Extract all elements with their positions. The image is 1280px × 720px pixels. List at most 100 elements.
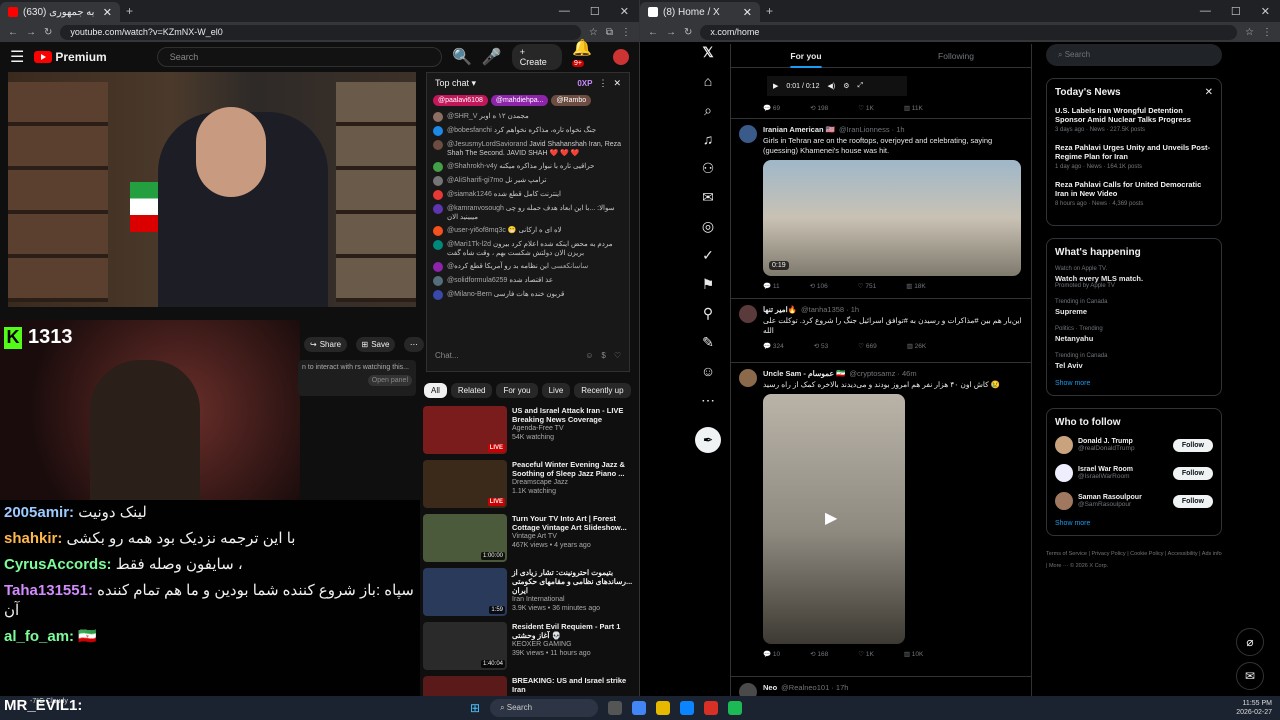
tab-youtube[interactable]: (630) حمله اسرائیل به جمهوری... ✕ [0, 2, 120, 22]
hamburger-menu-icon[interactable]: ☰ [10, 47, 24, 67]
premium-icon[interactable]: ✎ [702, 334, 714, 350]
close-window-icon[interactable]: ✕ [620, 5, 629, 18]
avatar[interactable] [1055, 464, 1073, 482]
minimize-icon[interactable]: — [1200, 5, 1211, 18]
tab-x[interactable]: (8) Home / X ✕ [640, 2, 760, 22]
trend-item[interactable]: Watch on Apple TV. Watch every MLS match.… [1055, 266, 1213, 289]
filter-chip[interactable]: Recently up [574, 383, 631, 398]
filter-chip[interactable]: All [424, 383, 447, 398]
tweet-handle[interactable]: @IranLionness · 1h [839, 125, 905, 134]
recommendation-item[interactable]: BREAKING: US and Israel strike Iran [423, 676, 633, 696]
follow-button[interactable]: Follow [1172, 466, 1213, 480]
trend-item[interactable]: Politics · Trending Netanyahu [1055, 326, 1213, 343]
post-button[interactable]: ✒ [695, 427, 721, 453]
follow-icon[interactable]: ⚇ [702, 160, 715, 176]
filter-chip[interactable]: Related [450, 383, 493, 398]
tweet-action[interactable]: ▥ 10K [904, 650, 924, 658]
close-tab-icon[interactable]: ✕ [743, 6, 752, 19]
tweet-media[interactable]: ▶ [763, 394, 905, 644]
video-title[interactable]: Resident Evil Requiem - Part 1 آغاز وحشت… [512, 622, 633, 640]
chat-username[interactable]: @kamranvosough [447, 205, 506, 212]
follow-button[interactable]: Follow [1172, 438, 1213, 452]
tweet-action[interactable]: ▥ 18K [906, 282, 926, 290]
bookmarks-icon[interactable]: ⚑ [702, 276, 715, 292]
create-button[interactable]: + Create [511, 44, 562, 70]
menu-dots-icon[interactable]: ⋮ [621, 27, 631, 38]
x-search-input[interactable]: ⌕ Search [1046, 44, 1222, 66]
maximize-icon[interactable]: ☐ [1231, 5, 1241, 18]
system-tray[interactable]: 11:55 PM 2026-02-27 [1236, 699, 1272, 717]
chat-username[interactable]: @Mari1Tk-l2d [447, 241, 493, 248]
channel-name[interactable]: Vintage Art TV [512, 532, 633, 541]
video-player[interactable] [8, 72, 416, 307]
recommendation-item[interactable]: 1:59 بتیموت احترونینت: تشار زیادی از ...ر… [423, 568, 633, 620]
messages-float-icon[interactable]: ✉ [1236, 662, 1264, 690]
avatar[interactable] [1055, 436, 1073, 454]
video-thumbnail[interactable]: 1:40:04 [423, 622, 507, 670]
trend-item[interactable]: Trending in Canada Tel Aviv [1055, 353, 1213, 370]
tweet-author-name[interactable]: امیر تنها🔥 [763, 305, 797, 314]
recommendation-item[interactable]: 1:40:04 Resident Evil Requiem - Part 1 آغ… [423, 622, 633, 674]
chat-username[interactable]: @JesusmyLordSaviorand [447, 141, 529, 148]
close-window-icon[interactable]: ✕ [1261, 5, 1270, 18]
grok-float-icon[interactable]: ⌀ [1236, 628, 1264, 656]
start-icon[interactable]: ⊞ [470, 701, 480, 715]
forward-icon[interactable]: → [26, 27, 36, 38]
tweet-avatar[interactable] [739, 369, 757, 387]
news-item[interactable]: Reza Pahlavi Calls for United Democratic… [1055, 180, 1213, 207]
chat-menu-icon[interactable]: ⋮ [598, 78, 607, 89]
spotify-icon[interactable] [728, 701, 743, 715]
minimize-icon[interactable]: — [559, 5, 570, 18]
tweet-action[interactable]: ♡ 1K [858, 104, 874, 112]
tweet-handle[interactable]: @Realneo101 · 17h [781, 683, 848, 692]
video-thumbnail[interactable] [423, 676, 507, 696]
tweet-handle[interactable]: @tanha1358 · 1h [801, 305, 859, 314]
tweet-handle[interactable]: @cryptosamz · 46m [849, 369, 916, 378]
tweet-author-name[interactable]: Neo [763, 683, 777, 692]
chat-username[interactable]: @user-yi6of8mq3c [447, 227, 508, 234]
timeline-tab[interactable]: Following [881, 44, 1031, 67]
gmail-icon[interactable] [704, 701, 719, 715]
verified-icon[interactable]: ✓ [702, 247, 714, 263]
tweet-avatar[interactable] [739, 305, 757, 323]
chat-username[interactable]: @AliSharifi-gi7mo [447, 177, 505, 184]
tweet-action[interactable]: 💬 69 [763, 104, 780, 112]
menu-dots-icon[interactable]: ⋮ [1262, 27, 1272, 38]
tweet-action[interactable]: ⟲ 53 [814, 342, 828, 350]
tweet-author-name[interactable]: Iranian American 🇺🇸 [763, 125, 835, 134]
follow-button[interactable]: Follow [1172, 494, 1213, 508]
news-item[interactable]: U.S. Labels Iran Wrongful Detention Spon… [1055, 106, 1213, 133]
tweet-action[interactable]: ♡ 669 [858, 342, 876, 350]
close-tab-icon[interactable]: ✕ [103, 6, 112, 19]
edge-icon[interactable] [680, 701, 695, 715]
jobs-icon[interactable]: ⚲ [703, 305, 713, 321]
channel-name[interactable]: KEOXER GAMING [512, 640, 633, 649]
timeline-tab[interactable]: For you [731, 44, 881, 67]
volume-icon[interactable]: ◀) [827, 82, 835, 90]
close-icon[interactable]: ✕ [1205, 87, 1213, 98]
video-title[interactable]: US and Israel Attack Iran - LIVE Breakin… [512, 406, 633, 424]
back-icon[interactable]: ← [8, 27, 18, 38]
taskbar-search[interactable]: ⌕ Search [490, 699, 599, 717]
show-more-link[interactable]: Show more [1055, 380, 1213, 387]
recommendation-item[interactable]: 1:00:00 Turn Your TV Into Art | Forest Co… [423, 514, 633, 566]
filter-chip[interactable]: Live [541, 383, 571, 398]
chat-username[interactable]: @siamak1246 [447, 191, 494, 198]
play-icon[interactable]: ▶ [773, 82, 778, 90]
chat-username[interactable]: @SHR_V [447, 113, 479, 120]
video-controls[interactable]: ▶ 0:01 / 0:12 ◀) ⚙ ⤢ [767, 76, 907, 96]
maximize-icon[interactable]: ☐ [590, 5, 600, 18]
follow-suggestion[interactable]: Saman Rasoulpour @SamRasoulpour Follow [1055, 492, 1213, 510]
tweet-action[interactable]: 💬 324 [763, 342, 784, 350]
follow-name[interactable]: Israel War Room [1078, 466, 1133, 473]
emoji-icon[interactable]: ☺ [585, 351, 593, 360]
url-field[interactable]: youtube.com/watch?v=KZmNX-W_el0 [60, 24, 581, 40]
new-tab-icon[interactable]: + [126, 4, 133, 18]
follow-name[interactable]: Donald J. Trump [1078, 438, 1135, 445]
avatar[interactable] [1055, 492, 1073, 510]
reload-icon[interactable]: ↻ [684, 27, 692, 38]
avatar[interactable] [613, 49, 629, 65]
pinned-user-pill[interactable]: @mahdiehpa... [490, 95, 549, 106]
tweet-author-name[interactable]: Uncle Sam - عموسام 🇮🇷 [763, 369, 845, 378]
filter-chip[interactable]: For you [496, 383, 538, 398]
